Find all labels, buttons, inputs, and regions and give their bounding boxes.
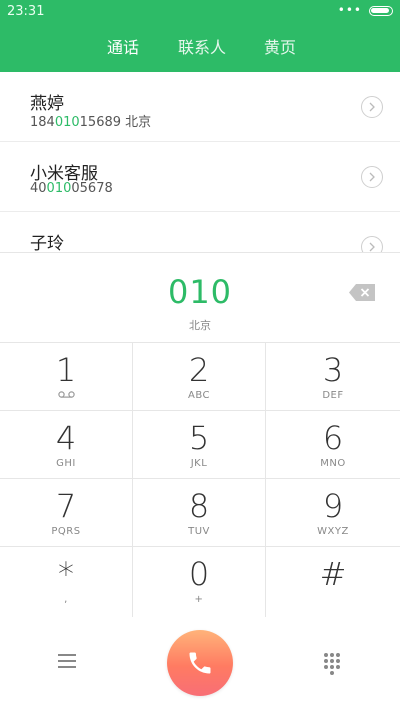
status-bar: 23:31 •••	[0, 0, 400, 24]
search-results-list: 燕婷 18401015689 北京 小米客服 4001005678 子玲	[0, 72, 400, 252]
chevron-right-icon[interactable]	[361, 96, 383, 118]
contact-number: 18401015689 北京	[30, 115, 152, 130]
contact-item[interactable]: 子玲	[0, 212, 400, 252]
bottom-bar	[0, 616, 400, 711]
header: 23:31 ••• 通话 联系人 黄页	[0, 0, 400, 72]
dial-keypad: 1 2 ABC 3 DEF 4 GHI 5 JKL 6 MNO 7 PQRS 8 TUV 9W…	[0, 342, 400, 617]
key-3[interactable]: 3 DEF	[266, 343, 400, 411]
key-4[interactable]: 4 GHI	[0, 411, 133, 479]
keypad-icon[interactable]	[324, 653, 344, 675]
key-1[interactable]: 1	[0, 343, 133, 411]
key-8[interactable]: 8 TUV	[133, 479, 266, 547]
key-0[interactable]: 0 +	[133, 547, 266, 617]
tab-yellow-pages[interactable]: 黄页	[264, 34, 296, 58]
voicemail-icon	[58, 391, 75, 398]
contact-number: 4001005678	[30, 181, 113, 196]
tab-bar: 通话 联系人 黄页	[0, 34, 400, 62]
contact-item[interactable]: 小米客服 4001005678	[0, 142, 400, 212]
status-time: 23:31	[7, 4, 45, 19]
notification-dots-icon: •••	[337, 3, 362, 17]
dialed-number-location: 北京	[189, 319, 211, 332]
dialed-number-area: 010 北京	[0, 252, 400, 342]
chevron-right-icon[interactable]	[361, 166, 383, 188]
key-6[interactable]: 6 MNO	[266, 411, 400, 479]
tab-contacts[interactable]: 联系人	[178, 34, 226, 58]
key-star[interactable]: *,	[0, 547, 133, 617]
key-2[interactable]: 2 ABC	[133, 343, 266, 411]
contact-item[interactable]: 燕婷 18401015689 北京	[0, 72, 400, 142]
key-5[interactable]: 5 JKL	[133, 411, 266, 479]
key-9[interactable]: 9 WXYZ	[266, 479, 400, 547]
menu-icon[interactable]	[58, 654, 76, 670]
key-hash[interactable]: #	[266, 547, 400, 617]
dialed-number: 010	[167, 273, 233, 311]
key-7[interactable]: 7 PQRS	[0, 479, 133, 547]
contact-location: 北京	[125, 115, 152, 130]
phone-icon	[189, 652, 211, 674]
chevron-right-icon[interactable]	[361, 236, 383, 252]
battery-icon	[369, 6, 393, 16]
call-button[interactable]	[167, 630, 233, 696]
contact-name: 子玲	[30, 234, 64, 252]
tab-calls[interactable]: 通话	[107, 34, 139, 58]
backspace-icon[interactable]	[349, 284, 375, 301]
